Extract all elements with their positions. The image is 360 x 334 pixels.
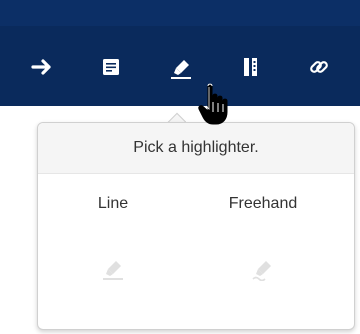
toolbar-top-band — [0, 0, 360, 26]
line-option-label: Line — [97, 195, 129, 212]
arrow-right-icon[interactable] — [25, 50, 59, 84]
toolbar — [0, 0, 360, 106]
freehand-highlighter-icon — [250, 255, 276, 282]
link-icon[interactable] — [302, 50, 336, 84]
highlighter-options: Line Freehand — [38, 181, 354, 321]
note-icon[interactable] — [94, 50, 128, 84]
popover-title: Pick a highlighter. — [38, 123, 354, 174]
line-highlighter-option[interactable]: Line — [48, 181, 178, 311]
freehand-option-label: Freehand — [228, 195, 298, 212]
columns-icon[interactable] — [234, 50, 268, 84]
highlighter-icon[interactable] — [164, 50, 198, 84]
hand-cursor-icon — [196, 82, 236, 128]
freehand-highlighter-option[interactable]: Freehand — [198, 181, 328, 311]
line-highlighter-icon — [100, 255, 126, 281]
highlighter-popover: Pick a highlighter. Line Freehand — [37, 122, 355, 330]
